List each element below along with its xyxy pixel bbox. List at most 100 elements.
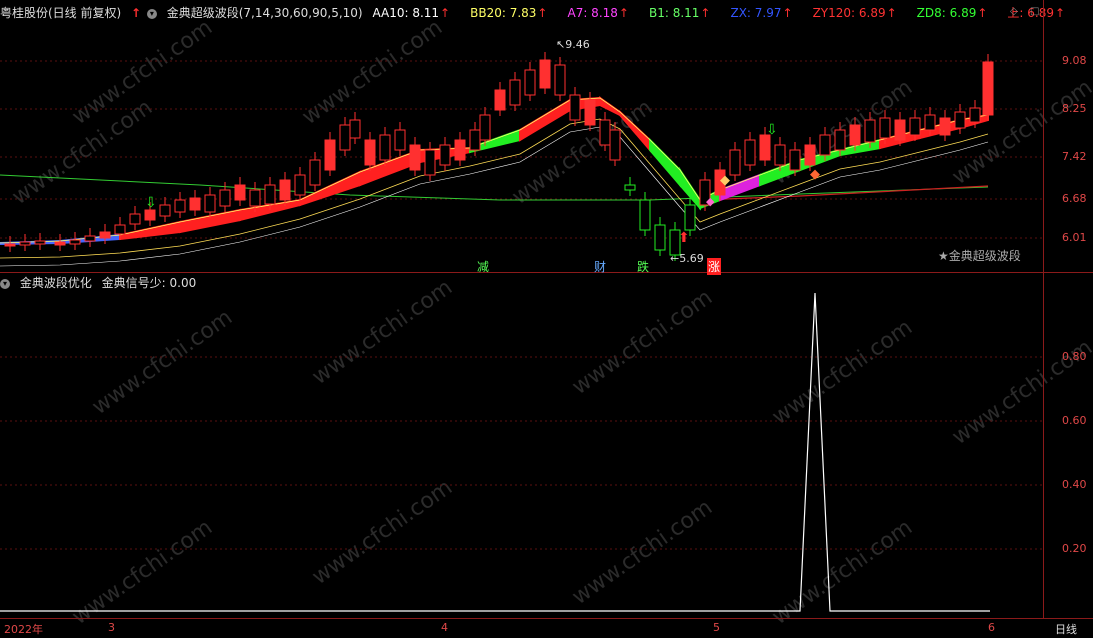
arrow-left-icon: ← (670, 252, 680, 265)
candle-body (539, 59, 551, 89)
indicator-value: B1: 8.11↑ (648, 6, 711, 20)
ribbon-segment (519, 98, 571, 142)
main-header: 粤桂股份(日线 前复权) ↑ ▾ 金典超级波段(7,14,30,60,90,5,… (0, 3, 1091, 23)
candle-body (684, 204, 696, 231)
candle-body (159, 204, 171, 217)
window-controls: ◇ (1010, 6, 1030, 17)
candle-body (424, 149, 436, 176)
candle-body (524, 69, 536, 96)
ma-line (0, 97, 989, 244)
signal-value: 金典信号少: 0.00 (101, 276, 197, 290)
up-arrow-icon: ⬆ (678, 230, 690, 246)
candle-body (849, 124, 861, 146)
signal-chart[interactable] (0, 273, 1043, 618)
candle-body (439, 144, 451, 166)
candle-body (954, 111, 966, 129)
candle-body (409, 144, 421, 171)
indicator-value: ZY120: 6.89↑ (812, 6, 897, 20)
up-arrow-icon: ↑ (131, 6, 142, 20)
signal-tick: 0.20 (1062, 542, 1087, 555)
candle-body (4, 243, 16, 247)
up-arrow-icon: ↑ (782, 6, 793, 20)
candle-body (84, 235, 96, 242)
diamond-icon[interactable]: ◇ (1010, 6, 1018, 17)
candle-body (54, 241, 66, 246)
candle-body (264, 184, 276, 205)
candle-body (174, 199, 186, 213)
period-label[interactable]: 日线 (1055, 621, 1077, 637)
low-label: ←5.69 (670, 252, 704, 265)
stock-title[interactable]: 粤桂股份(日线 前复权) (0, 6, 121, 20)
chevron-down-icon[interactable]: ▾ (0, 278, 10, 289)
candle-body (144, 209, 156, 221)
down-arrow-icon: ⇩ (766, 122, 778, 138)
candle-body (479, 114, 491, 141)
candle-body (969, 107, 981, 123)
indicator-values: AA10: 8.11↑ BB20: 7.83↑ A7: 8.18↑ B1: 8.11↑… (372, 6, 1085, 20)
signal-tick: 0.60 (1062, 414, 1087, 427)
sub-header: ▾ 金典波段优化 金典信号少: 0.00 (0, 273, 202, 293)
candle-body (349, 119, 361, 139)
date-label: 4 (441, 621, 448, 634)
indicator-value: ZD8: 6.89↑ (916, 6, 988, 20)
signal-tick: 0.40 (1062, 478, 1087, 491)
up-arrow-icon: ↑ (700, 6, 711, 20)
price-tick: 9.08 (1062, 54, 1087, 67)
candle-body (894, 119, 906, 141)
price-tick: 7.42 (1062, 150, 1087, 163)
candle-body (759, 134, 771, 161)
indicator-value: BB20: 7.83↑ (470, 6, 548, 20)
up-arrow-icon: ↑ (886, 6, 897, 20)
date-label: 6 (988, 621, 995, 634)
price-tick: 6.01 (1062, 231, 1087, 244)
diamond-icon: ◆ (706, 195, 715, 208)
chevron-down-icon[interactable]: ▾ (146, 8, 157, 19)
down-arrow-icon: ⇩ (145, 195, 157, 211)
date-label: 2022年 (4, 623, 43, 636)
candle-body (34, 240, 46, 245)
candle-body (219, 189, 231, 207)
candle-body (982, 61, 994, 116)
sub-title[interactable]: 金典波段优化 (20, 276, 92, 290)
candle-body (204, 194, 216, 213)
up-arrow-icon: ↑ (537, 6, 548, 20)
candle-body (279, 179, 291, 201)
sub-chart-panel[interactable] (0, 273, 1043, 618)
candle-body (654, 224, 666, 251)
candle-body (599, 119, 611, 146)
arrow-left-icon: ↖ (556, 38, 566, 51)
candle-body (494, 89, 506, 111)
candle-body (909, 117, 921, 136)
candle-body (469, 129, 481, 151)
candle-body (19, 241, 31, 246)
indicator-name[interactable]: 金典超级波段(7,14,30,60,90,5,10) (167, 6, 363, 20)
close-icon[interactable]: □ (1030, 6, 1039, 17)
diamond-icon: ◆ (720, 173, 730, 188)
price-tick: 6.68 (1062, 192, 1087, 205)
candle-body (554, 64, 566, 96)
ribbon-segment (299, 170, 361, 207)
date-axis: 2022年 3 4 5 6 日线 (0, 618, 1093, 638)
candle-body (234, 184, 246, 201)
candle-body (864, 119, 876, 143)
candle-body (509, 79, 521, 106)
badge-label: ★金典超级波段 (938, 249, 1021, 263)
candle-body (939, 117, 951, 136)
candle-body (834, 129, 846, 151)
high-label: ↖9.46 (556, 38, 590, 51)
signal-tick: 0.80 (1062, 350, 1087, 363)
main-chart-panel[interactable]: ⇩ ⇩ ⬆ ◆ ◆ ◆ (0, 0, 1043, 273)
candle-body (454, 139, 466, 161)
candle-body (624, 184, 636, 191)
candle-body (364, 139, 376, 166)
candlestick-chart[interactable]: ⇩ ⇩ ⬆ ◆ ◆ ◆ (0, 0, 1043, 272)
candle-body (924, 114, 936, 131)
up-arrow-icon: ↑ (618, 6, 629, 20)
candle-body (729, 149, 741, 176)
candle-body (294, 174, 306, 196)
signal-line (0, 292, 990, 612)
indicator-value: AA10: 8.11↑ (372, 6, 451, 20)
indicator-value: A7: 8.18↑ (567, 6, 629, 20)
up-arrow-icon: ↑ (440, 6, 451, 20)
candle-body (774, 144, 786, 166)
